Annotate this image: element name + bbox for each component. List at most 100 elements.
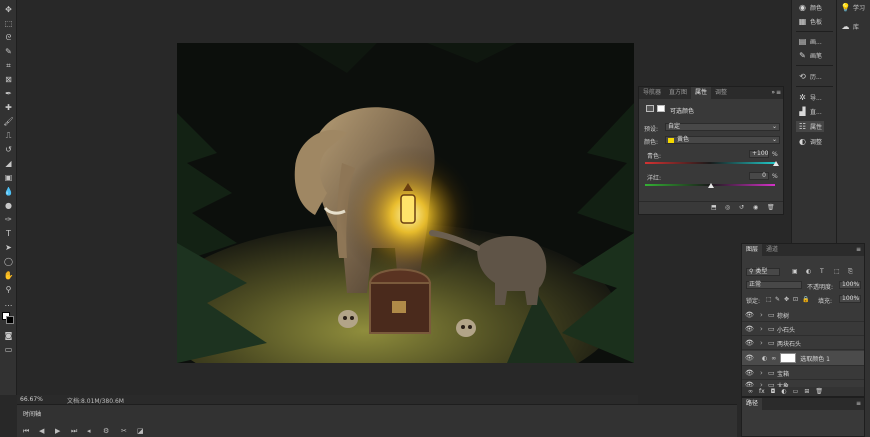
- visibility-eye-icon[interactable]: 👁: [745, 339, 754, 347]
- layer-row-selected[interactable]: 👁 ◐ ∞ 选取颜色 1: [742, 351, 864, 366]
- zoom-level[interactable]: 66.67%: [20, 396, 43, 403]
- new-group-icon[interactable]: ▭: [793, 388, 799, 395]
- reset-icon[interactable]: ↺: [739, 204, 744, 211]
- dock-histogram[interactable]: ▟ 直...: [798, 107, 821, 116]
- marquee-tool-icon[interactable]: ⬚: [3, 18, 14, 29]
- visibility-icon[interactable]: ◉: [753, 204, 758, 211]
- gradient-tool-icon[interactable]: ▣: [3, 172, 14, 183]
- foreground-color-swatch[interactable]: [6, 316, 14, 324]
- blend-mode-select[interactable]: 正常: [746, 281, 802, 289]
- chevron-right-icon[interactable]: ›: [760, 339, 768, 347]
- preset-select[interactable]: 自定 ⌄: [665, 123, 780, 131]
- layer-filter-select[interactable]: ⚲ 类型: [746, 268, 780, 276]
- dock-color[interactable]: ◉ 颜色: [798, 3, 822, 12]
- fx-icon[interactable]: fx: [759, 388, 765, 395]
- dock-history[interactable]: ⟲ 历...: [798, 72, 822, 81]
- visibility-eye-icon[interactable]: 👁: [745, 325, 754, 333]
- lock-artboard-icon[interactable]: ⊡: [793, 296, 798, 303]
- dock-navigator[interactable]: ✲ 导...: [798, 93, 822, 102]
- crop-tool-icon[interactable]: ⌗: [3, 60, 14, 71]
- visibility-eye-icon[interactable]: 👁: [745, 354, 754, 362]
- lock-paint-icon[interactable]: ✎: [775, 296, 780, 303]
- transition-icon[interactable]: ◪: [137, 427, 144, 435]
- dock-swatches[interactable]: ▦ 色板: [798, 17, 822, 26]
- settings-icon[interactable]: ⚙: [103, 427, 109, 435]
- visibility-eye-icon[interactable]: 👁: [745, 369, 754, 377]
- colors-select[interactable]: 黄色 ⌄: [665, 136, 780, 144]
- play-icon[interactable]: ▶: [55, 427, 60, 435]
- hand-tool-icon[interactable]: ✋: [3, 270, 14, 281]
- new-adjustment-icon[interactable]: ◐: [781, 388, 786, 395]
- audio-icon[interactable]: ◂: [87, 427, 91, 435]
- screen-mode-icon[interactable]: ▭: [3, 344, 14, 355]
- filter-smart-icon[interactable]: ⎘: [848, 268, 853, 276]
- path-select-tool-icon[interactable]: ➤: [3, 242, 14, 253]
- frame-tool-icon[interactable]: ⊠: [3, 74, 14, 85]
- tab-adjustments[interactable]: 调整: [711, 87, 731, 99]
- canvas-artwork[interactable]: [177, 43, 634, 363]
- panel-menu-icon[interactable]: ≡: [776, 89, 781, 96]
- filter-adjustment-icon[interactable]: ◐: [806, 268, 811, 275]
- dock-libraries[interactable]: ☁ 库: [841, 22, 860, 31]
- pen-tool-icon[interactable]: ✑: [3, 214, 14, 225]
- history-brush-tool-icon[interactable]: ↺: [3, 144, 14, 155]
- prev-frame-icon[interactable]: ◀: [39, 427, 44, 435]
- panel-menu-icon[interactable]: ≡: [856, 400, 861, 407]
- delete-icon[interactable]: 🗑: [767, 204, 775, 211]
- filter-pixel-icon[interactable]: ▣: [792, 268, 798, 275]
- layer-row[interactable]: 👁 › ▭ 两块石头: [742, 337, 864, 350]
- cyan-slider[interactable]: [645, 162, 775, 164]
- visibility-eye-icon[interactable]: 👁: [745, 311, 754, 319]
- mask-icon[interactable]: [657, 105, 665, 112]
- dock-brushes[interactable]: ✎ 画笔: [798, 51, 822, 60]
- cyan-slider-thumb[interactable]: [773, 161, 779, 166]
- link-layers-icon[interactable]: ∞: [748, 388, 753, 395]
- tab-navigator[interactable]: 导航器: [639, 87, 665, 99]
- quick-mask-icon[interactable]: ◙: [3, 330, 14, 341]
- zoom-tool-icon[interactable]: ⚲: [3, 284, 14, 295]
- lock-all-icon[interactable]: 🔒: [802, 296, 809, 303]
- clip-to-layer-icon[interactable]: ⬒: [711, 204, 717, 211]
- quick-select-tool-icon[interactable]: ✎: [3, 46, 14, 57]
- chevron-right-icon[interactable]: ›: [760, 325, 768, 333]
- fill-input[interactable]: 100%: [839, 295, 861, 303]
- more-tools-icon[interactable]: …: [3, 298, 14, 309]
- brush-tool-icon[interactable]: 🖌: [3, 116, 14, 127]
- panel-menu-icon[interactable]: ≡: [856, 246, 861, 253]
- tab-paths[interactable]: 路径: [742, 398, 763, 410]
- delete-layer-icon[interactable]: 🗑: [815, 388, 823, 395]
- clone-stamp-tool-icon[interactable]: ⎍: [3, 130, 14, 141]
- blur-tool-icon[interactable]: 💧: [3, 186, 14, 197]
- type-tool-icon[interactable]: T: [3, 228, 14, 239]
- tab-properties[interactable]: 属性: [691, 87, 712, 99]
- view-previous-icon[interactable]: ◎: [725, 204, 730, 211]
- split-icon[interactable]: ✂: [121, 427, 127, 435]
- dodge-tool-icon[interactable]: ●: [3, 200, 14, 211]
- magenta-slider-thumb[interactable]: [708, 183, 714, 188]
- lock-pixels-icon[interactable]: ⬚: [766, 296, 772, 303]
- layer-row[interactable]: 👁 › ▭ 棕树: [742, 309, 864, 322]
- next-frame-icon[interactable]: ⏭: [71, 427, 77, 436]
- timeline-title[interactable]: 时间轴: [23, 409, 41, 418]
- opacity-input[interactable]: 100%: [839, 281, 861, 289]
- magenta-input[interactable]: 0: [749, 172, 769, 180]
- tab-histogram[interactable]: 直方图: [665, 87, 691, 99]
- collapse-icon[interactable]: »: [771, 89, 775, 96]
- cyan-input[interactable]: +100: [749, 150, 769, 158]
- first-frame-icon[interactable]: ⏮: [23, 427, 29, 436]
- new-layer-icon[interactable]: ⊞: [804, 388, 809, 395]
- layer-row[interactable]: 👁 › ▭ 宝箱: [742, 367, 864, 380]
- shape-tool-icon[interactable]: ◯: [3, 256, 14, 267]
- lasso-tool-icon[interactable]: ᘓ: [3, 32, 14, 43]
- chevron-right-icon[interactable]: ›: [760, 369, 768, 377]
- dock-brush-settings[interactable]: ▤ 画...: [798, 37, 822, 46]
- dock-properties[interactable]: ☷ 属性: [796, 121, 825, 132]
- healing-brush-tool-icon[interactable]: ✚: [3, 102, 14, 113]
- chevron-right-icon[interactable]: ›: [760, 311, 768, 319]
- add-mask-icon[interactable]: ◘: [771, 388, 776, 395]
- filter-shape-icon[interactable]: ⬚: [834, 268, 840, 275]
- eraser-tool-icon[interactable]: ◢: [3, 158, 14, 169]
- layer-row[interactable]: 👁 › ▭ 小石头: [742, 323, 864, 336]
- dock-adjustments[interactable]: ◐ 调整: [798, 137, 822, 146]
- tab-channels[interactable]: 通道: [762, 244, 782, 256]
